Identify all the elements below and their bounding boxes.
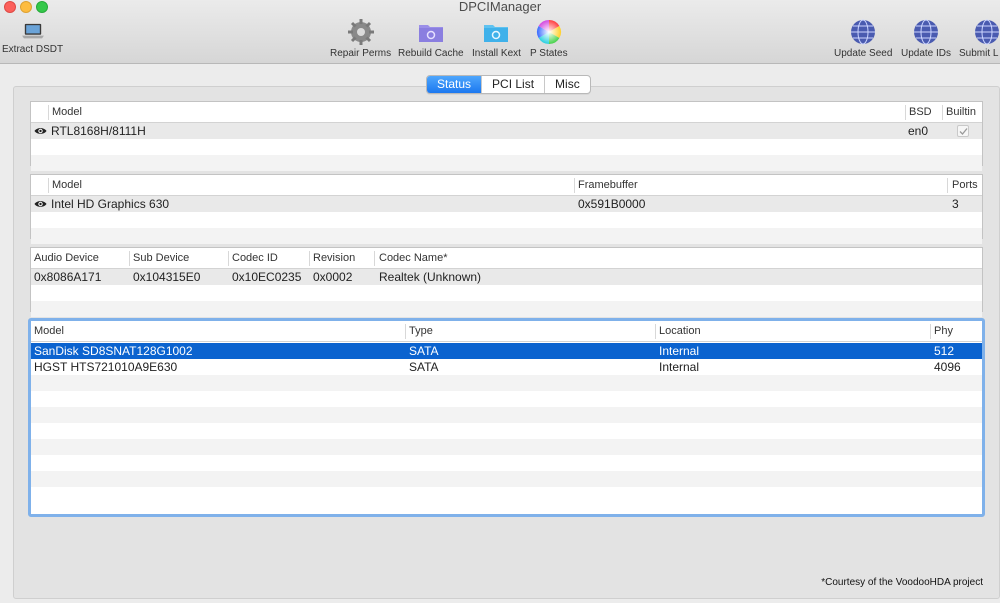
network-bsd-cell: en0: [908, 124, 929, 138]
color-wheel-icon: [536, 19, 561, 44]
table-row[interactable]: 0x8086A171 0x104315E0 0x10EC0235 0x0002 …: [31, 269, 982, 285]
audio-device-cell: 0x8086A171: [34, 270, 102, 284]
tab-misc[interactable]: Misc: [545, 76, 590, 93]
globe-icon: [851, 19, 876, 45]
focus-ring: [28, 318, 985, 517]
window-toolbar: DPCIManager Extract DSDT Repair Perms Re…: [0, 0, 1000, 64]
gear-icon: [347, 19, 374, 45]
column-header-audio-device[interactable]: Audio Device: [31, 248, 99, 269]
table-row: [31, 301, 982, 317]
audio-table[interactable]: Audio Device Sub Device Codec ID Revisio…: [30, 247, 983, 317]
table-row[interactable]: Intel HD Graphics 630 0x591B0000 3: [31, 196, 982, 212]
column-header-revision[interactable]: Revision: [310, 248, 355, 269]
table-row: [31, 285, 982, 301]
column-header-bsd[interactable]: BSD: [906, 102, 932, 123]
column-header-ports[interactable]: Ports: [949, 175, 978, 196]
update-ids-label: Update IDs: [901, 48, 952, 59]
column-header-builtin[interactable]: Builtin: [943, 102, 976, 123]
window-title: DPCIManager: [458, 0, 542, 14]
graphics-model-cell: Intel HD Graphics 630: [51, 197, 170, 211]
folder-kext-icon: [484, 25, 509, 42]
column-header-sub-device[interactable]: Sub Device: [130, 248, 189, 269]
column-header-framebuffer[interactable]: Framebuffer: [575, 175, 638, 196]
table-row: [31, 228, 982, 244]
extract-dsdt-label: Extract DSDT: [2, 44, 64, 55]
submit-button[interactable]: Submit L: [959, 18, 1000, 60]
column-divider: [374, 251, 375, 266]
table-row: [31, 139, 982, 155]
laptop-icon: [21, 23, 44, 39]
repair-perms-button[interactable]: Repair Perms: [330, 18, 391, 60]
table-row: [31, 155, 982, 171]
p-states-button[interactable]: P States: [530, 18, 568, 60]
rebuild-cache-button[interactable]: Rebuild Cache: [398, 18, 464, 60]
revision-cell: 0x0002: [313, 270, 353, 284]
builtin-checkbox[interactable]: [957, 125, 969, 137]
table-header: Model BSD Builtin: [31, 102, 982, 123]
credit-text: *Courtesy of the VoodooHDA project: [821, 577, 983, 588]
network-table[interactable]: Model BSD Builtin RTL8168H/8111H en0: [30, 101, 983, 171]
update-seed-label: Update Seed: [834, 48, 893, 59]
install-kext-button[interactable]: Install Kext: [472, 18, 521, 60]
column-header-codec-name[interactable]: Codec Name*: [376, 248, 447, 269]
extract-dsdt-button[interactable]: Extract DSDT: [2, 22, 63, 56]
p-states-label: P States: [530, 48, 568, 59]
table-header: Model Framebuffer Ports: [31, 175, 982, 196]
codec-id-cell: 0x10EC0235: [232, 270, 302, 284]
column-header-model[interactable]: Model: [49, 102, 82, 123]
table-header: Audio Device Sub Device Codec ID Revisio…: [31, 248, 982, 269]
tab-pci-list[interactable]: PCI List: [482, 76, 546, 93]
graphics-table[interactable]: Model Framebuffer Ports Intel HD Graphic…: [30, 174, 983, 244]
column-divider: [947, 178, 948, 193]
graphics-ports-cell: 3: [952, 197, 959, 211]
codec-name-cell: Realtek (Unknown): [379, 270, 482, 284]
eye-icon[interactable]: [34, 200, 47, 208]
table-row[interactable]: RTL8168H/8111H en0: [31, 123, 982, 139]
checkmark-icon: [959, 128, 968, 135]
table-row: [31, 212, 982, 228]
update-ids-button[interactable]: Update IDs: [901, 18, 951, 60]
network-model-cell: RTL8168H/8111H: [51, 124, 146, 138]
tab-status[interactable]: Status: [427, 76, 483, 93]
column-header-codec-id[interactable]: Codec ID: [229, 248, 278, 269]
column-header-model[interactable]: Model: [49, 175, 82, 196]
rebuild-cache-label: Rebuild Cache: [398, 48, 464, 59]
tab-bar: Status PCI List Misc: [426, 75, 591, 94]
graphics-framebuffer-cell: 0x591B0000: [578, 197, 646, 211]
eye-icon[interactable]: [34, 127, 47, 135]
globe-icon: [914, 19, 939, 45]
submit-label: Submit L: [959, 48, 999, 59]
folder-gear-icon: [418, 25, 443, 42]
sub-device-cell: 0x104315E0: [133, 270, 201, 284]
update-seed-button[interactable]: Update Seed: [834, 18, 892, 60]
globe-icon: [975, 19, 999, 45]
install-kext-label: Install Kext: [472, 48, 521, 59]
repair-perms-label: Repair Perms: [330, 48, 392, 59]
